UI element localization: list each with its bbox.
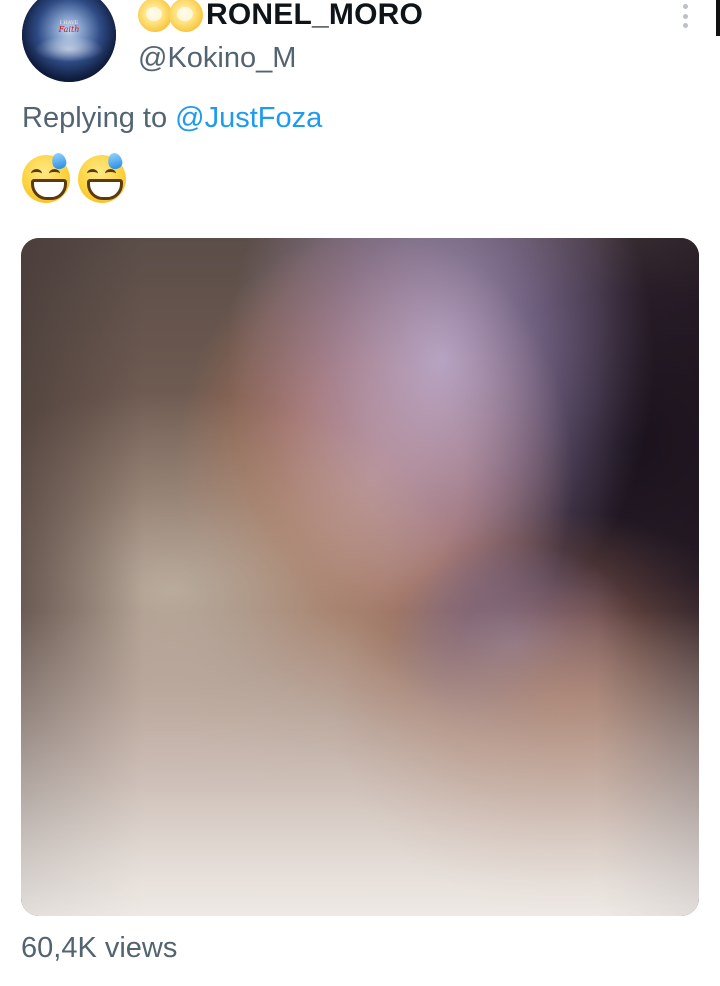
tweet-media-video[interactable] [21, 238, 699, 916]
reply-context: Replying to @JustFoza [22, 102, 322, 135]
tweet-text [22, 151, 128, 203]
reply-mention-link[interactable]: @JustFoza [175, 102, 322, 134]
tweet-detail: I HAVE Faith RONEL_MORO @Kokino_M Replyi… [0, 0, 720, 986]
author-avatar[interactable]: I HAVE Faith [22, 0, 116, 82]
scrollbar[interactable] [716, 0, 720, 36]
reply-prefix: Replying to [22, 102, 168, 134]
view-count: 60,4K views [21, 932, 178, 964]
avatar-main-text: Faith [58, 25, 80, 34]
avatar-cloud [34, 36, 104, 62]
author-handle[interactable]: @Kokino_M [138, 42, 296, 75]
avatar-logo-text: I HAVE Faith [22, 20, 116, 34]
more-options-icon[interactable] [676, 4, 694, 28]
grinning-face-with-sweat-icon [78, 151, 128, 203]
author-name-row[interactable]: RONEL_MORO [138, 0, 423, 32]
author-display-name[interactable]: RONEL_MORO [206, 0, 423, 32]
grinning-face-with-sweat-icon [22, 151, 72, 203]
sparkle-emoji-icon [169, 0, 203, 32]
sparkle-emoji-icon [138, 0, 172, 32]
